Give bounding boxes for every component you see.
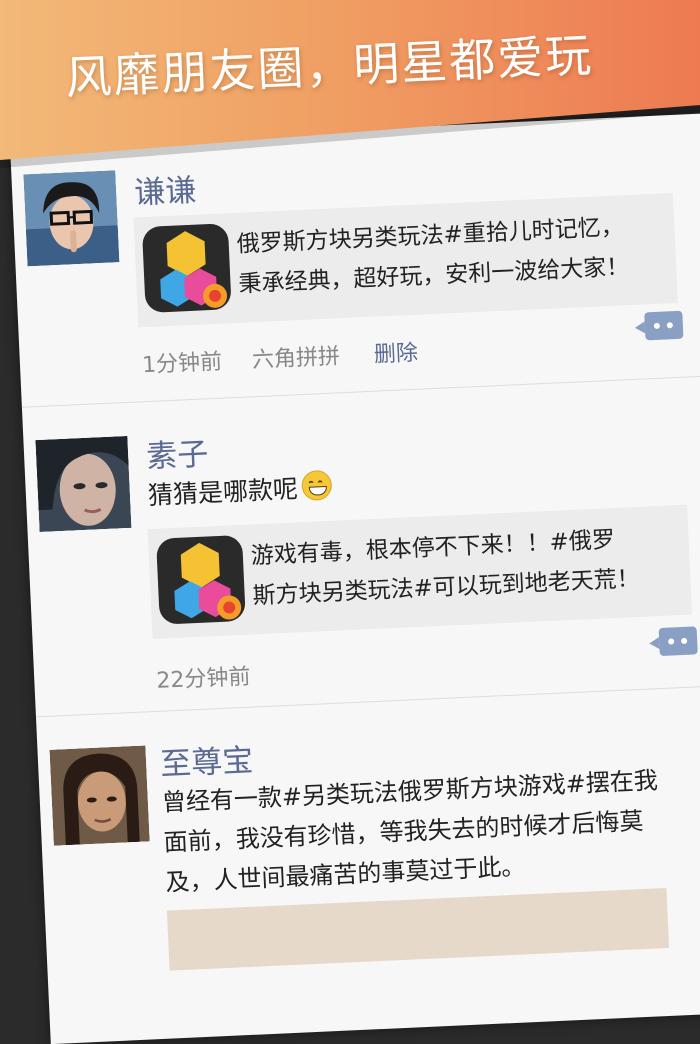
post-divider bbox=[36, 683, 700, 718]
post-text-content: 猜猜是哪款呢 bbox=[147, 474, 298, 510]
shared-link-card[interactable]: 游戏有毒，根本停不下来！！#俄罗 斯方块另类玩法#可以玩到地老天荒！ bbox=[148, 505, 692, 639]
post-author-name[interactable]: 素子 bbox=[145, 428, 209, 476]
grinning-face-emoji bbox=[301, 470, 332, 501]
moments-feed: 谦谦 俄罗斯方块另类玩法#重拾儿时记忆， 秉承经典，超好玩，安利一波给大家！ bbox=[10, 111, 700, 1044]
comment-bubble-icon[interactable] bbox=[644, 311, 683, 341]
avatar[interactable] bbox=[49, 745, 149, 845]
post-text: 曾经有一款#另类玩法俄罗斯方块游戏#摆在我 面前，我没有珍惜，等我失去的时候才后… bbox=[161, 760, 662, 902]
post-text: 猜猜是哪款呢 bbox=[147, 469, 333, 515]
post-author-name[interactable]: 谦谦 bbox=[133, 165, 197, 213]
shared-link-card[interactable]: 俄罗斯方块另类玩法#重拾儿时记忆， 秉承经典，超好玩，安利一波给大家！ bbox=[133, 193, 677, 327]
post-author-name[interactable]: 至尊宝 bbox=[159, 735, 254, 784]
post-meta: 1分钟前 六角拼拼 删除 bbox=[141, 335, 418, 379]
shared-link-text: 游戏有毒，根本停不下来！！#俄罗 斯方块另类玩法#可以玩到地老天荒！ bbox=[250, 519, 641, 616]
post-photo[interactable] bbox=[167, 888, 669, 971]
post-source: 六角拼拼 bbox=[251, 344, 340, 373]
hexagon-puzzle-app-icon bbox=[142, 223, 232, 313]
post-divider bbox=[22, 373, 700, 408]
delete-link[interactable]: 删除 bbox=[373, 341, 418, 368]
feed-card: 谦谦 俄罗斯方块另类玩法#重拾儿时记忆， 秉承经典，超好玩，安利一波给大家！ bbox=[10, 111, 700, 1044]
shared-link-text: 俄罗斯方块另类玩法#重拾儿时记忆， 秉承经典，超好玩，安利一波给大家！ bbox=[236, 207, 630, 305]
post-time: 1分钟前 bbox=[142, 350, 223, 379]
post-meta: 22分钟前 bbox=[156, 659, 251, 695]
avatar[interactable] bbox=[35, 436, 131, 532]
avatar[interactable] bbox=[23, 170, 119, 266]
hexagon-puzzle-app-icon bbox=[156, 535, 246, 625]
comment-bubble-icon[interactable] bbox=[659, 626, 698, 656]
post-time: 22分钟前 bbox=[156, 665, 251, 694]
